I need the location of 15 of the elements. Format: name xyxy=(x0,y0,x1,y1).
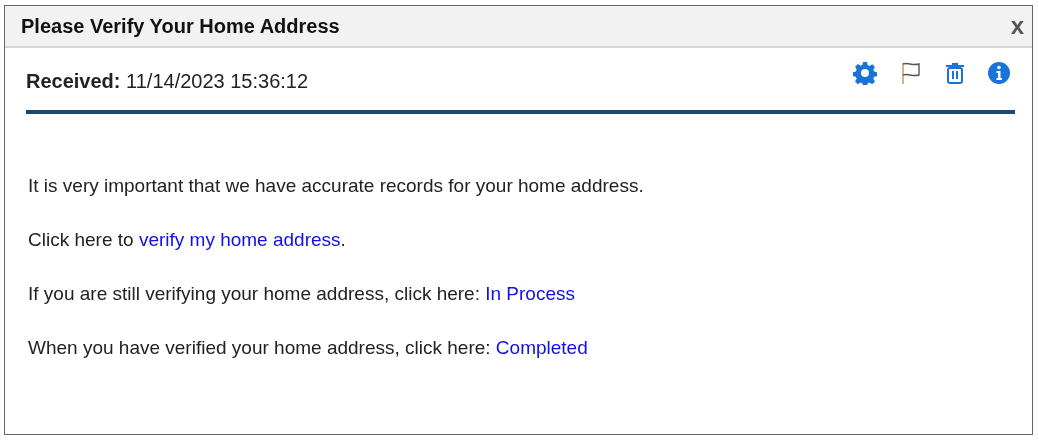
gear-icon[interactable] xyxy=(853,61,877,85)
message-paragraph: Click here to verify my home address. xyxy=(28,229,347,250)
message-paragraph: If you are still verifying your home address, click here: In Process xyxy=(28,283,576,304)
link[interactable]: verify my home address xyxy=(138,229,341,250)
close-button[interactable]: x xyxy=(1008,12,1026,40)
message-paragraph: It is very important that we have accurate records for your home address. xyxy=(28,175,645,196)
received-date: 11/14/2023 15:36:12 xyxy=(126,69,309,92)
window-title: Please Verify Your Home Address xyxy=(21,14,340,38)
message-paragraph: When you have verified your home address, click here: Completed xyxy=(28,337,589,358)
trash-icon[interactable] xyxy=(945,61,965,85)
link[interactable]: Completed xyxy=(495,337,588,358)
link[interactable]: In Process xyxy=(485,283,575,304)
received-label: Received: xyxy=(26,69,121,92)
info-icon[interactable] xyxy=(987,61,1011,85)
flag-icon[interactable] xyxy=(899,61,923,85)
